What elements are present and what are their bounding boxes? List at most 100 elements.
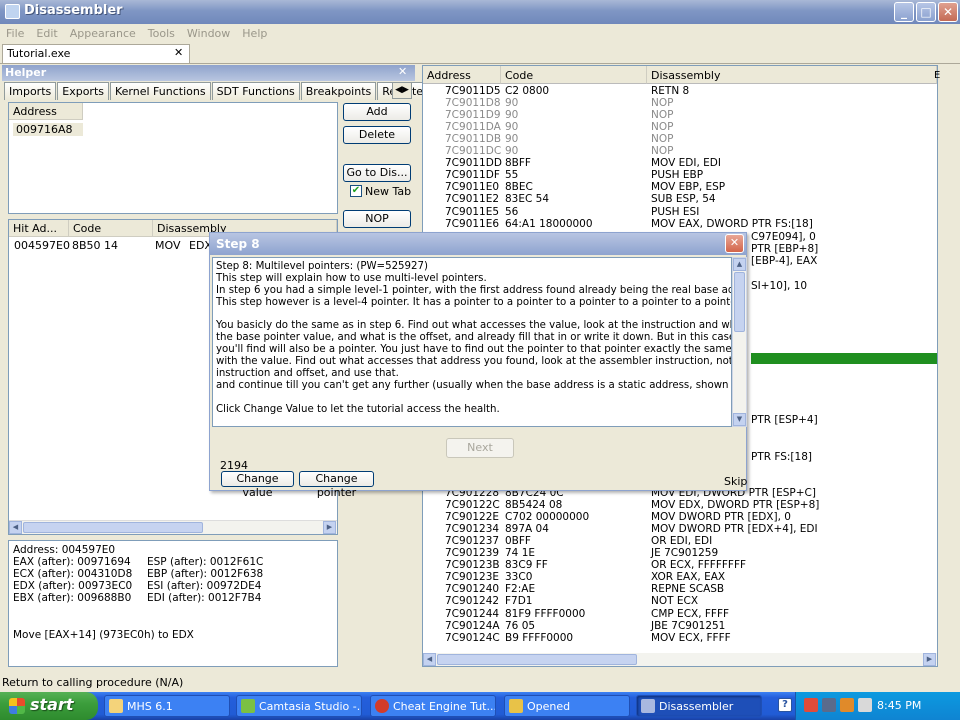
disasm-code: C2 0800 [505,85,550,97]
taskbar-mhs[interactable]: MHS 6.1 [104,695,230,717]
highlight-row[interactable] [751,353,937,364]
nop-button[interactable]: NOP [343,210,411,228]
disasm-row[interactable]: 7C9011DA 90 NOP [423,121,937,133]
hscroll-thumb[interactable] [23,522,203,533]
change-value-button[interactable]: Change value [221,471,294,499]
disasm-row[interactable]: 7C9011E6 64:A1 18000000 MOV EAX, DWORD PTR… [423,218,937,230]
address-column-header[interactable]: Address [9,103,83,120]
disasm-row[interactable]: 7C901244 81F9 FFFF0000 CMP ECX, FFFF [423,608,937,620]
taskbar-disassembler[interactable]: Disassembler [636,695,762,717]
disasm-row[interactable]: 7C90123E 33C0 XOR EAX, EAX [423,571,937,583]
disasm-row[interactable]: 7C9011E2 83EC 54 SUB ESP, 54 [423,193,937,205]
disasm-row[interactable]: 7C901242 F7D1 NOT ECX [423,595,937,607]
disasm-row[interactable]: 7C90124C B9 FFFF0000 MOV ECX, FFFF [423,632,937,644]
menu-edit[interactable]: Edit [30,27,63,40]
tray-app-icon[interactable] [840,698,854,712]
menu-window[interactable]: Window [181,27,236,40]
taskbar-camtasia[interactable]: Camtasia Studio -... [236,695,362,717]
tutorial-dialog[interactable]: Step 8 ✕ Step 8: Multilevel pointers: (P… [209,232,747,499]
hscroll-thumb[interactable] [437,654,637,665]
scroll-left-icon[interactable]: ◀ [9,521,22,534]
disasm-asm: PUSH EBP [651,169,704,182]
disasm-row[interactable]: 7C9011E5 56 PUSH ESI [423,206,937,218]
tab-scroll-arrows-icon[interactable]: ◀▶ [392,82,412,99]
address-row[interactable]: 009716A8 [13,123,83,136]
disasm-row[interactable]: 7C9011DB 90 NOP [423,133,937,145]
disasm-code-header[interactable]: Code [501,66,647,84]
clock[interactable]: 8:45 PM [877,699,921,712]
helper-close-icon[interactable]: ✕ [398,65,407,78]
delete-button[interactable]: Delete [343,126,411,144]
dialog-vscrollbar[interactable]: ▲ ▼ [732,257,747,427]
disasm-row[interactable]: 7C90122E C702 00000000 MOV DWORD PTR [EDX]… [423,511,937,523]
disasm-row[interactable]: 7C9011D9 90 NOP [423,109,937,121]
tab-kernel-functions[interactable]: Kernel Functions [110,82,211,100]
vscroll-thumb[interactable] [734,272,745,332]
title-bar[interactable] [0,0,960,24]
next-button[interactable]: Next [446,438,514,458]
disasm-row[interactable]: 7C901237 0BFF OR EDI, EDI [423,535,937,547]
document-tab[interactable]: Tutorial.exe [2,44,190,63]
scroll-left-icon[interactable]: ◀ [423,653,436,666]
scroll-right-icon[interactable]: ▶ [323,521,336,534]
disasm-row[interactable]: 7C9011E0 8BEC MOV EBP, ESP [423,181,937,193]
operand-fragment-1: C97E094], 0 [751,231,816,243]
disasm-addr: 7C9011DD [445,157,502,170]
disasm-row[interactable]: 7C901239 74 1E JE 7C901259 [423,547,937,559]
disasm-row[interactable]: 7C9011DD 8BFF MOV EDI, EDI [423,157,937,169]
hit-row-code[interactable]: 8B50 14 [72,239,118,252]
taskbar-opened[interactable]: Opened [504,695,630,717]
hit-row-mnemonic[interactable]: MOV [155,239,180,252]
taskbar-cheat-engine[interactable]: Cheat Engine Tut... [370,695,496,717]
tab-breakpoints[interactable]: Breakpoints [300,82,377,100]
goto-disassembly-button[interactable]: Go to Dis... [343,164,411,182]
skip-link[interactable]: Skip [724,475,747,488]
disasm-address-header[interactable]: Address [423,66,501,84]
instruction-line: you'll find will also be a pointer. You … [216,344,732,356]
disasm-code: C702 00000000 [505,511,590,524]
hit-code-header[interactable]: Code [69,220,153,237]
register-info: Address: 004597E0 EAX (after): 00971694 … [8,540,338,667]
dialog-close-icon[interactable]: ✕ [725,234,744,253]
dialog-title-bar[interactable] [210,233,746,255]
disasm-disassembly-header[interactable]: Disassembly [647,66,937,84]
menu-appearance[interactable]: Appearance [64,27,142,40]
disasm-addr: 7C90123B [445,559,500,572]
maximize-button[interactable]: □ [916,2,936,22]
change-pointer-button[interactable]: Change pointer [299,471,374,499]
disasm-row[interactable]: 7C9011D5 C2 0800 RETN 8 [423,85,937,97]
new-tab-checkbox[interactable]: ✔ [350,185,362,197]
tab-imports[interactable]: Imports [4,82,57,100]
tray-app-icon[interactable] [804,698,818,712]
disasm-row[interactable]: 7C90123B 83C9 FF OR ECX, FFFFFFFF [423,559,937,571]
disasm-row[interactable]: 7C9011DC 90 NOP [423,145,937,157]
scroll-up-icon[interactable]: ▲ [733,258,746,271]
disasm-addr: 7C9011DA [445,121,501,134]
hit-address-header[interactable]: Hit Ad... [9,220,69,237]
hit-row-address[interactable]: 004597E0 [14,239,70,252]
scroll-down-icon[interactable]: ▼ [733,413,746,426]
menu-file[interactable]: File [0,27,30,40]
disasm-row[interactable]: 7C90122C 8B5424 08 MOV EDX, DWORD PTR [ESP… [423,499,937,511]
menu-tools[interactable]: Tools [142,27,181,40]
minimize-button[interactable]: _ [894,2,914,22]
disasm-row[interactable]: 7C901234 897A 04 MOV DWORD PTR [EDX+4], ED… [423,523,937,535]
disasm-row[interactable]: 7C9011DF 55 PUSH EBP [423,169,937,181]
tab-sdt-functions[interactable]: SDT Functions [211,82,300,100]
address-list[interactable]: Address 009716A8 [8,102,338,214]
disasm-row[interactable]: 7C90124A 76 05 JBE 7C901251 [423,620,937,632]
network-icon[interactable] [822,698,836,712]
add-button[interactable]: Add [343,103,411,121]
volume-icon[interactable] [858,698,872,712]
menu-help[interactable]: Help [236,27,273,40]
tab-close-icon[interactable]: ✕ [174,46,183,59]
tab-exports[interactable]: Exports [57,82,109,100]
disasm-hscrollbar[interactable]: ◀ ▶ [423,653,937,666]
hit-list-hscrollbar[interactable]: ◀ ▶ [9,520,337,534]
close-button[interactable]: ✕ [938,2,958,22]
scroll-right-icon[interactable]: ▶ [923,653,936,666]
operand-fragment-4: SI+10], 10 [751,280,808,292]
help-icon[interactable]: ? [778,698,792,712]
disasm-row[interactable]: 7C9011D8 90 NOP [423,97,937,109]
disasm-row[interactable]: 7C901240 F2:AE REPNE SCASB [423,583,937,595]
